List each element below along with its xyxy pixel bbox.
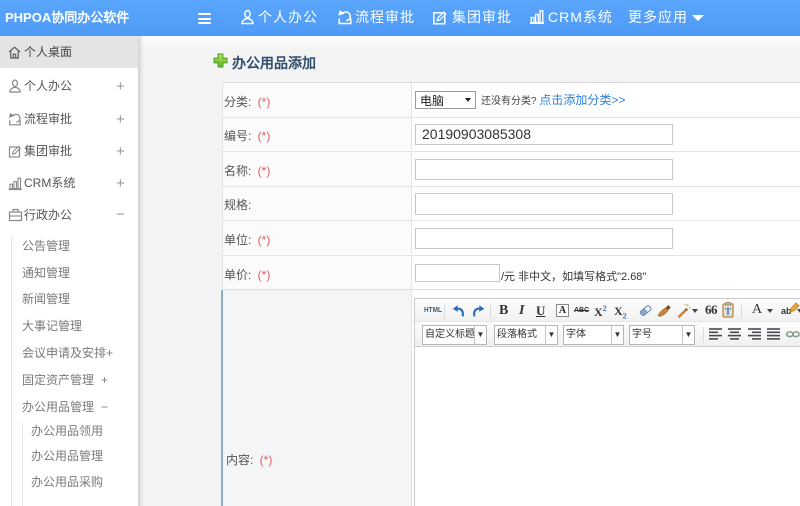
svg-text:T: T [725, 307, 731, 317]
